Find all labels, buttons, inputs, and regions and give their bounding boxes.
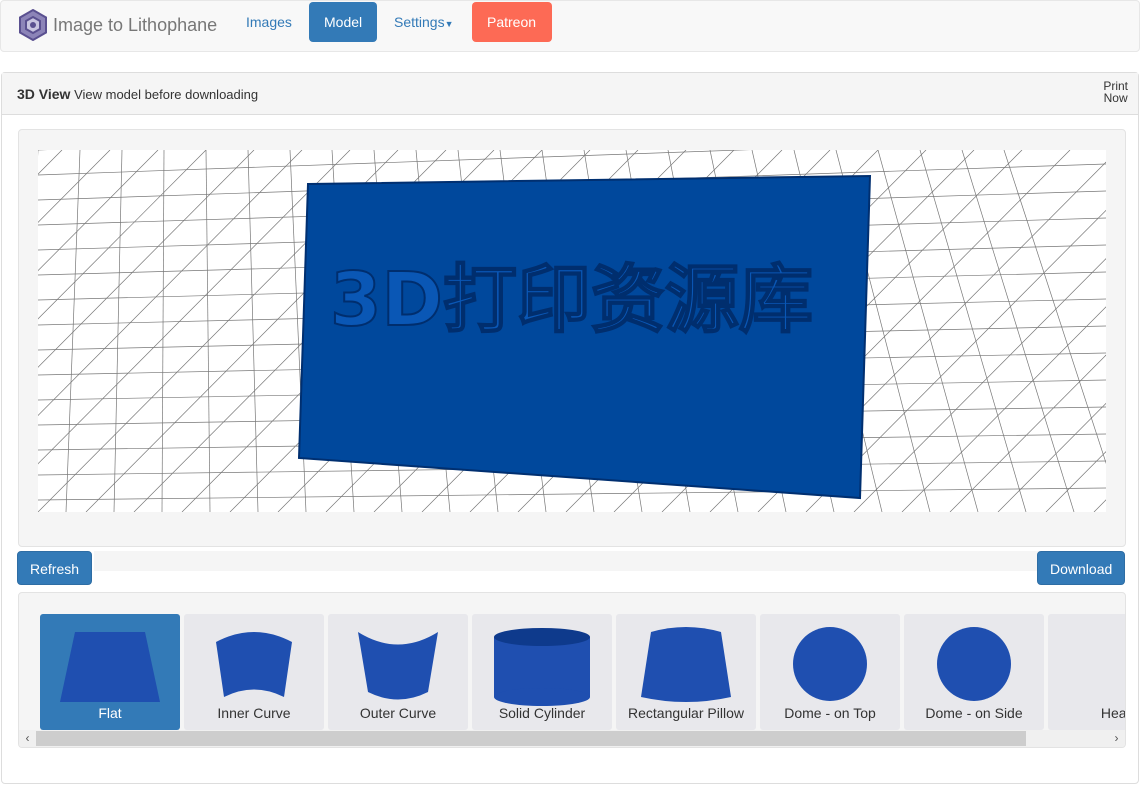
- shape-option[interactable]: Dome - on Top: [760, 614, 900, 730]
- logo-icon: [19, 9, 47, 41]
- shape-label: Inner Curve: [217, 705, 291, 721]
- grid-line: [38, 150, 751, 176]
- grid-line: [113, 150, 123, 512]
- grid-line: [205, 150, 211, 512]
- shape-thumbnail-icon: [793, 627, 867, 701]
- shape-option[interactable]: Heart: [1048, 614, 1126, 730]
- caret-down-icon: ▼: [444, 19, 454, 29]
- brand[interactable]: Image to Lithophane: [19, 9, 217, 41]
- panel-title: 3D View: [17, 86, 71, 102]
- grid-line: [38, 150, 255, 368]
- grid-line: [38, 150, 63, 175]
- grid-line: [65, 150, 81, 512]
- shape-option[interactable]: Solid Cylinder: [472, 614, 612, 730]
- grid-line: [161, 150, 165, 512]
- brand-name: Image to Lithophane: [53, 14, 218, 35]
- download-button[interactable]: Download: [1037, 551, 1126, 585]
- shape-option[interactable]: Outer Curve: [328, 614, 468, 730]
- grid-line: [949, 354, 1106, 512]
- shape-option[interactable]: Dome - on Side: [904, 614, 1044, 730]
- grid-line: [247, 150, 259, 512]
- print-now-link[interactable]: Print Now: [1103, 80, 1128, 104]
- nav-patreon[interactable]: Patreon: [472, 2, 552, 42]
- grid-line: [38, 487, 1106, 501]
- shape-label: Solid Cylinder: [498, 705, 586, 721]
- grid-line: [1045, 451, 1106, 512]
- settings-label: Settings: [394, 14, 445, 30]
- nav-images[interactable]: Images: [231, 2, 307, 42]
- shape-thumbnail-icon: [60, 632, 160, 702]
- shape-thumbnail-icon: [937, 627, 1011, 701]
- 3d-viewer[interactable]: 3D打印资源库: [18, 129, 1126, 547]
- grid-line: [961, 150, 1075, 512]
- refresh-button[interactable]: Refresh: [17, 551, 93, 585]
- model-relief-text: 3D打印资源库: [330, 257, 813, 343]
- shape-option[interactable]: Rectangular Pillow: [616, 614, 756, 730]
- grid-line: [919, 150, 1027, 512]
- shape-option[interactable]: Inner Curve: [184, 614, 324, 730]
- shape-label: Flat: [98, 705, 122, 721]
- shape-label: Heart: [1100, 705, 1126, 721]
- shape-label: Rectangular Pillow: [628, 705, 744, 721]
- nav-settings[interactable]: Settings▼: [379, 2, 469, 42]
- shape-thumbnail-icon: [494, 628, 590, 706]
- scroll-right-icon[interactable]: ›: [1108, 730, 1125, 747]
- 3d-canvas[interactable]: 3D打印资源库: [38, 150, 1106, 512]
- navbar: Image to Lithophane Images Model Setting…: [0, 0, 1140, 52]
- panel-subtitle: View model before downloading: [74, 87, 259, 102]
- shape-thumbnail-icon: [358, 632, 438, 700]
- shape-gallery: Heart Dome - on Side Dome - on Top Rectangu…: [18, 592, 1126, 748]
- shape-option[interactable]: Flat: [40, 614, 180, 730]
- grid-line: [997, 402, 1106, 512]
- shape-label: Dome - on Side: [925, 705, 1023, 721]
- shape-thumbnail-icon: [641, 627, 731, 702]
- scrollbar-thumb[interactable]: [36, 731, 1026, 746]
- horizontal-scrollbar[interactable]: ‹ ›: [19, 730, 1125, 747]
- now-label: Now: [1103, 91, 1128, 105]
- scroll-left-icon[interactable]: ‹: [19, 730, 36, 747]
- shape-thumbnail-icon: [216, 632, 292, 697]
- shape-label: Outer Curve: [359, 705, 437, 721]
- shape-thumbnail-icon: [1068, 622, 1126, 707]
- grid-line: [1003, 150, 1106, 465]
- 3d-view-panel: 3D View View model before downloading Pr…: [1, 72, 1139, 784]
- progress-bar: [94, 551, 1040, 571]
- shape-label: Dome - on Top: [784, 705, 876, 721]
- nav-model[interactable]: Model: [309, 2, 378, 42]
